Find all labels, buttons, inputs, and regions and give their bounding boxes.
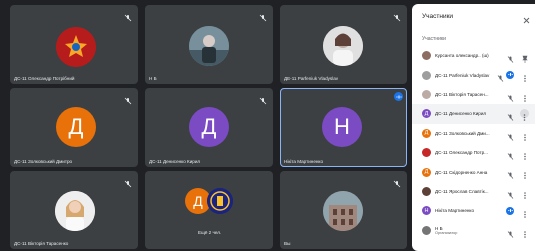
avatar (207, 188, 233, 214)
list-item[interactable]: Н Б Организатор (412, 221, 535, 240)
avatar (422, 186, 431, 196)
speaking-indicator-icon (506, 206, 514, 215)
list-item[interactable]: Д ДС-11 Денисенко Кирил (412, 104, 535, 124)
list-item[interactable]: Д ДС-11 Скідорненко Анна (412, 162, 535, 181)
mic-off-icon[interactable] (506, 167, 515, 180)
video-tile-5[interactable]: Д ДС-11 Денисенко Кирил (145, 88, 273, 167)
avatar: Д (422, 167, 431, 177)
video-tile-3[interactable]: ДЕ-11 Parfeniuk Vladyslav (280, 5, 407, 84)
avatar (55, 191, 95, 231)
more-options-icon[interactable] (522, 90, 528, 102)
mic-off-icon[interactable] (506, 226, 515, 238)
participant-name: ДС-11 Вікторія Тарасен... (435, 91, 489, 97)
avatar (422, 70, 431, 80)
avatar: Д (422, 109, 431, 119)
participant-role: Организатор (435, 230, 458, 235)
avatar: Н (322, 107, 362, 147)
tile-name: ДС-11 Золковський Дмитро (14, 159, 73, 164)
tile-name: ДС-11 Денисенко Кирил (149, 159, 201, 164)
avatar (422, 51, 431, 61)
video-tile-2[interactable]: Н Б (145, 5, 273, 84)
mic-off-icon[interactable] (506, 129, 515, 141)
list-item[interactable]: Н Нікіта Мартиненко (412, 201, 535, 220)
tile-name: ДС-11 Олександр Потрібний (14, 76, 75, 81)
tile-name: Нікіта Мартиненко (284, 159, 324, 164)
participant-name: ДС-11 Parfeniuk Vladyslav (435, 72, 490, 78)
tile-name: ДЕ-11 Parfeniuk Vladyslav (284, 76, 339, 81)
video-tile-8[interactable]: Д Ещё 2 чел. (145, 171, 273, 249)
section-label: Участники (422, 36, 446, 42)
army-emblem-icon (56, 27, 96, 67)
participant-name: ДС-11 Ярослав Славтік... (435, 188, 489, 194)
avatar (422, 225, 431, 235)
mic-off-icon (259, 9, 267, 22)
list-item[interactable]: Курсанта олександр.. (ш) (412, 46, 535, 65)
mic-off-icon (124, 9, 132, 22)
participant-name: ДС-11 Золковський Дми... (435, 130, 490, 136)
mic-off-icon[interactable] (506, 187, 515, 199)
participant-name: ДС-11 Денисенко Кирил (435, 111, 487, 117)
list-item[interactable]: ДС-11 Вікторія Тарасен... (412, 85, 535, 104)
mic-off-icon (393, 9, 401, 22)
speaking-indicator-icon (394, 92, 403, 101)
participant-name: ДС-11 Скідорненко Анна (435, 169, 488, 175)
avatar (422, 148, 431, 158)
video-tile-9[interactable]: Вы (280, 171, 407, 249)
user-photo-icon (189, 26, 229, 66)
emblem-icon (207, 188, 233, 214)
more-options-icon[interactable] (522, 148, 528, 160)
mic-off-icon (259, 92, 267, 105)
participant-name: Курсанта олександр.. (ш) (435, 53, 489, 59)
more-options-icon[interactable] (522, 129, 528, 141)
mic-off-icon[interactable] (506, 148, 515, 160)
mic-off-icon[interactable] (496, 70, 505, 83)
avatar (56, 27, 96, 67)
video-tile-4[interactable]: Д ДС-11 Золковський Дмитро (10, 88, 138, 167)
tile-name: Вы (284, 241, 291, 246)
list-item[interactable]: ДС-11 Ярослав Славтік... (412, 182, 535, 201)
mic-off-icon[interactable] (506, 109, 515, 121)
mic-off-icon[interactable] (506, 51, 515, 63)
more-options-icon[interactable] (522, 206, 528, 218)
user-photo-icon (323, 191, 363, 231)
list-item[interactable]: ДС-11 Олександр Потр... (412, 143, 535, 162)
avatar: Н (422, 206, 431, 216)
participant-list: Курсанта олександр.. (ш) ДС-11 Parfeniuk… (412, 46, 535, 240)
avatar (422, 89, 431, 99)
mic-off-icon (124, 175, 132, 188)
more-participants-label: Ещё 2 чел. (198, 230, 222, 235)
list-item[interactable]: ДС-11 Parfeniuk Vladyslav (412, 65, 535, 84)
more-options-icon[interactable] (522, 167, 528, 180)
avatar (323, 26, 363, 66)
tile-name: ДС-11 Вікторія Тарасенко (14, 241, 69, 246)
mic-off-icon[interactable] (506, 90, 515, 102)
user-photo-icon (323, 26, 363, 66)
panel-title: Участники (422, 13, 454, 20)
avatar (323, 191, 363, 231)
speaking-indicator-icon (506, 70, 514, 79)
close-icon[interactable] (522, 12, 531, 24)
video-tile-1[interactable]: ДС-11 Олександр Потрібний (10, 5, 138, 84)
list-item[interactable]: Д ДС-11 Золковський Дми... (412, 124, 535, 143)
more-options-icon[interactable] (522, 226, 528, 238)
more-options-icon[interactable] (522, 70, 528, 83)
tile-name: Н Б (149, 76, 157, 81)
avatar: Д (422, 128, 431, 138)
participant-name: ДС-11 Олександр Потр... (435, 150, 488, 156)
avatar: Д (189, 107, 229, 147)
user-photo-icon (55, 191, 95, 231)
mic-off-icon (124, 92, 132, 105)
avatar: Д (56, 107, 96, 147)
avatar (189, 26, 229, 66)
pin-icon[interactable] (522, 51, 528, 63)
participant-name: Нікіта Мартиненко (435, 208, 475, 214)
participants-panel: Участники Участники Курсанта олександр..… (412, 4, 535, 251)
video-tile-7[interactable]: ДС-11 Вікторія Тарасенко (10, 171, 138, 249)
more-options-icon[interactable] (522, 187, 528, 199)
more-options-icon[interactable] (520, 109, 529, 121)
video-tile-6[interactable]: Н Нікіта Мартиненко (280, 88, 407, 167)
mic-off-icon (393, 175, 401, 188)
